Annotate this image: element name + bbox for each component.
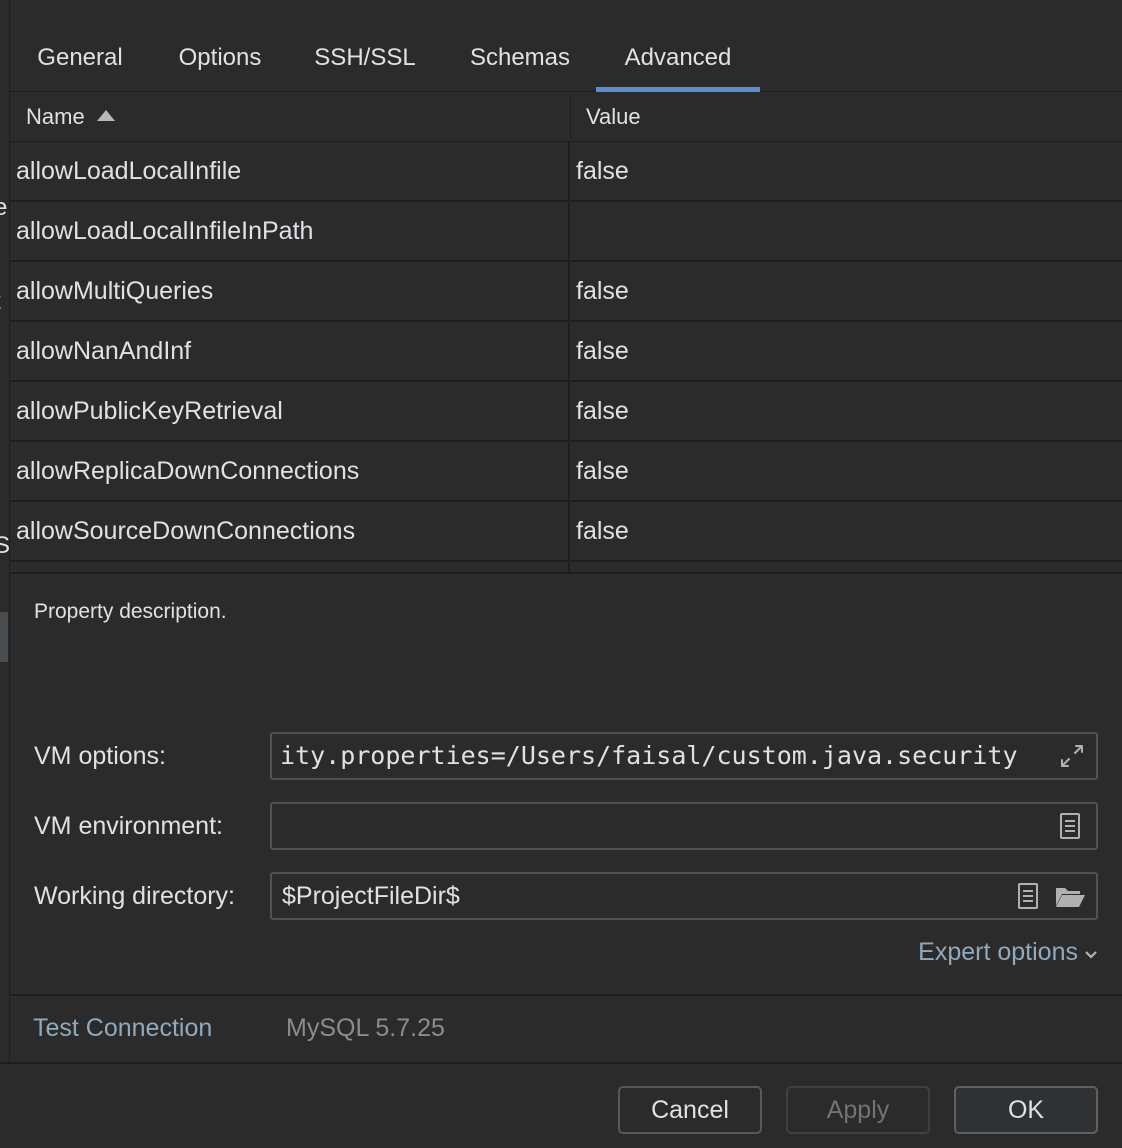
table-row[interactable]: allowMultiQueries false xyxy=(10,262,1122,322)
table-row[interactable]: allowLoadLocalInfileInPath xyxy=(10,202,1122,262)
column-divider xyxy=(568,322,570,380)
data-source-panel: General Options SSH/SSL Schemas Advanced… xyxy=(10,0,1122,1062)
tab-bar: General Options SSH/SSL Schemas Advanced xyxy=(10,0,1122,92)
column-header-name-label: Name xyxy=(26,104,85,129)
property-value[interactable]: false xyxy=(576,262,629,320)
column-header-value[interactable]: Value xyxy=(586,92,641,142)
vm-options-field[interactable]: ity.properties=/Users/faisal/custom.java… xyxy=(270,732,1098,780)
divider xyxy=(10,994,1122,996)
property-name: allowLoadLocalInfileInPath xyxy=(16,217,314,245)
table-row-partial[interactable] xyxy=(10,562,1122,572)
properties-table: Name Value allowLoadLocalInfile false al… xyxy=(10,92,1122,572)
document-icon[interactable] xyxy=(1014,882,1042,910)
driver-version: MySQL 5.7.25 xyxy=(286,1014,445,1042)
expert-options-toggle[interactable]: Expert options xyxy=(918,938,1098,967)
tab-general[interactable]: General xyxy=(24,0,136,92)
left-fragment: t xyxy=(0,288,1,316)
column-header-name[interactable]: Name xyxy=(26,92,115,142)
folder-open-icon[interactable] xyxy=(1054,882,1086,910)
left-fragment: S xyxy=(0,532,9,560)
working-directory-label: Working directory: xyxy=(34,882,235,910)
sort-ascending-icon xyxy=(96,109,115,121)
property-name: allowNanAndInf xyxy=(16,337,192,365)
tab-options[interactable]: Options xyxy=(164,0,276,92)
vm-options-label: VM options: xyxy=(34,742,167,770)
apply-button[interactable]: Apply xyxy=(786,1086,930,1134)
column-divider xyxy=(568,202,570,260)
left-fragment: e xyxy=(0,194,7,222)
working-directory-field[interactable]: $ProjectFileDir$ xyxy=(270,872,1098,920)
vm-options-value[interactable]: ity.properties=/Users/faisal/custom.java… xyxy=(280,734,1018,778)
test-connection-link[interactable]: Test Connection xyxy=(33,1014,212,1043)
property-name: allowLoadLocalInfile xyxy=(16,157,242,185)
cancel-button[interactable]: Cancel xyxy=(618,1086,762,1134)
table-row[interactable]: allowNanAndInf false xyxy=(10,322,1122,382)
left-selection-bar xyxy=(0,612,8,662)
table-row[interactable]: allowLoadLocalInfile false xyxy=(10,142,1122,202)
column-divider xyxy=(568,262,570,320)
table-row[interactable]: allowSourceDownConnections false xyxy=(10,502,1122,562)
column-divider xyxy=(568,382,570,440)
property-name: allowSourceDownConnections xyxy=(16,517,356,545)
expand-icon[interactable] xyxy=(1058,742,1086,770)
property-name: allowReplicaDownConnections xyxy=(16,457,360,485)
column-divider xyxy=(568,502,570,560)
vm-environment-label: VM environment: xyxy=(34,812,223,840)
tab-schemas[interactable]: Schemas xyxy=(456,0,584,92)
column-divider xyxy=(568,442,570,500)
property-value[interactable]: false xyxy=(576,442,629,500)
property-value[interactable]: false xyxy=(576,142,629,200)
working-directory-value[interactable]: $ProjectFileDir$ xyxy=(282,874,460,918)
vm-environment-field[interactable] xyxy=(270,802,1098,850)
ok-button[interactable]: OK xyxy=(954,1086,1098,1134)
left-panel-edge: e t S xyxy=(0,0,10,1062)
column-divider xyxy=(568,562,570,572)
description-panel xyxy=(10,572,1122,996)
table-row[interactable]: allowReplicaDownConnections false xyxy=(10,442,1122,502)
property-name: allowMultiQueries xyxy=(16,277,214,305)
chevron-down-icon xyxy=(1084,944,1098,965)
table-header: Name Value xyxy=(10,92,1122,142)
column-divider xyxy=(568,142,570,200)
table-row[interactable]: allowPublicKeyRetrieval false xyxy=(10,382,1122,442)
column-divider[interactable] xyxy=(570,94,571,140)
property-value[interactable]: false xyxy=(576,322,629,380)
property-name: allowPublicKeyRetrieval xyxy=(16,397,283,425)
property-description: Property description. xyxy=(34,600,227,623)
expert-options-label: Expert options xyxy=(918,938,1078,966)
tab-advanced[interactable]: Advanced xyxy=(596,0,760,92)
property-value[interactable]: false xyxy=(576,502,629,560)
tab-ssh-ssl[interactable]: SSH/SSL xyxy=(304,0,426,92)
property-value[interactable]: false xyxy=(576,382,629,440)
document-icon[interactable] xyxy=(1056,812,1084,840)
dialog-footer: Cancel Apply OK xyxy=(0,1062,1122,1148)
